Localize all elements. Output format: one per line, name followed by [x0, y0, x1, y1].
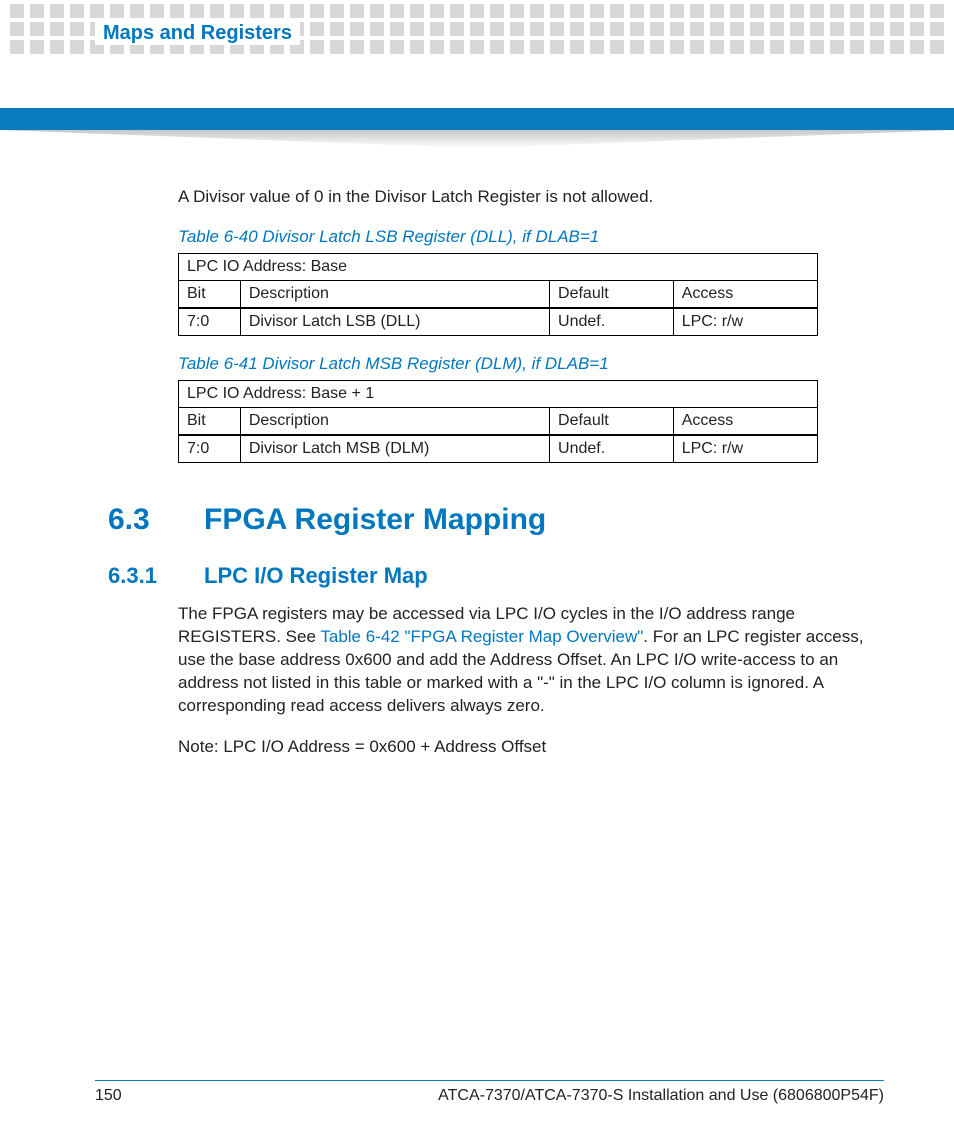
- table-6-41: LPC IO Address: Base + 1 Bit Description…: [178, 380, 818, 463]
- content-area: A Divisor value of 0 in the Divisor Latc…: [178, 186, 878, 759]
- header-bar: [0, 108, 954, 130]
- header-shadow: [0, 130, 954, 148]
- cell-bit: 7:0: [179, 435, 241, 463]
- running-header: Maps and Registers: [95, 22, 300, 45]
- heading-6-3-1: 6.3.1 LPC I/O Register Map: [108, 563, 878, 589]
- table-6-41-address: LPC IO Address: Base + 1: [179, 380, 818, 407]
- cell-default: Undef.: [550, 308, 674, 336]
- col-header-default: Default: [550, 407, 674, 435]
- cell-desc: Divisor Latch MSB (DLM): [240, 435, 549, 463]
- col-header-access: Access: [673, 280, 817, 308]
- document-title: ATCA-7370/ATCA-7370-S Installation and U…: [438, 1087, 884, 1105]
- page: Maps and Registers A Divisor value of 0 …: [0, 0, 954, 1145]
- table-6-41-caption: Table 6-41 Divisor Latch MSB Register (D…: [178, 354, 878, 374]
- cell-access: LPC: r/w: [673, 308, 817, 336]
- table-6-40-address: LPC IO Address: Base: [179, 253, 818, 280]
- heading-6-3: 6.3 FPGA Register Mapping: [108, 503, 878, 537]
- cell-default: Undef.: [550, 435, 674, 463]
- heading-title: FPGA Register Mapping: [204, 503, 546, 537]
- table-6-40: LPC IO Address: Base Bit Description Def…: [178, 253, 818, 336]
- col-header-bit: Bit: [179, 280, 241, 308]
- col-header-default: Default: [550, 280, 674, 308]
- page-number: 150: [95, 1087, 122, 1105]
- cell-access: LPC: r/w: [673, 435, 817, 463]
- col-header-desc: Description: [240, 280, 549, 308]
- heading-number: 6.3: [108, 503, 204, 537]
- cell-desc: Divisor Latch LSB (DLL): [240, 308, 549, 336]
- table-6-40-caption: Table 6-40 Divisor Latch LSB Register (D…: [178, 227, 878, 247]
- col-header-bit: Bit: [179, 407, 241, 435]
- page-footer: 150 ATCA-7370/ATCA-7370-S Installation a…: [95, 1080, 884, 1105]
- col-header-desc: Description: [240, 407, 549, 435]
- intro-paragraph: A Divisor value of 0 in the Divisor Latc…: [178, 186, 878, 209]
- body-paragraph: The FPGA registers may be accessed via L…: [178, 603, 878, 718]
- note-line: Note: LPC I/O Address = 0x600 + Address …: [178, 736, 878, 759]
- subheading-title: LPC I/O Register Map: [204, 563, 428, 589]
- cross-reference-link[interactable]: Table 6-42 "FPGA Register Map Overview": [320, 627, 643, 646]
- subheading-number: 6.3.1: [108, 563, 204, 589]
- col-header-access: Access: [673, 407, 817, 435]
- cell-bit: 7:0: [179, 308, 241, 336]
